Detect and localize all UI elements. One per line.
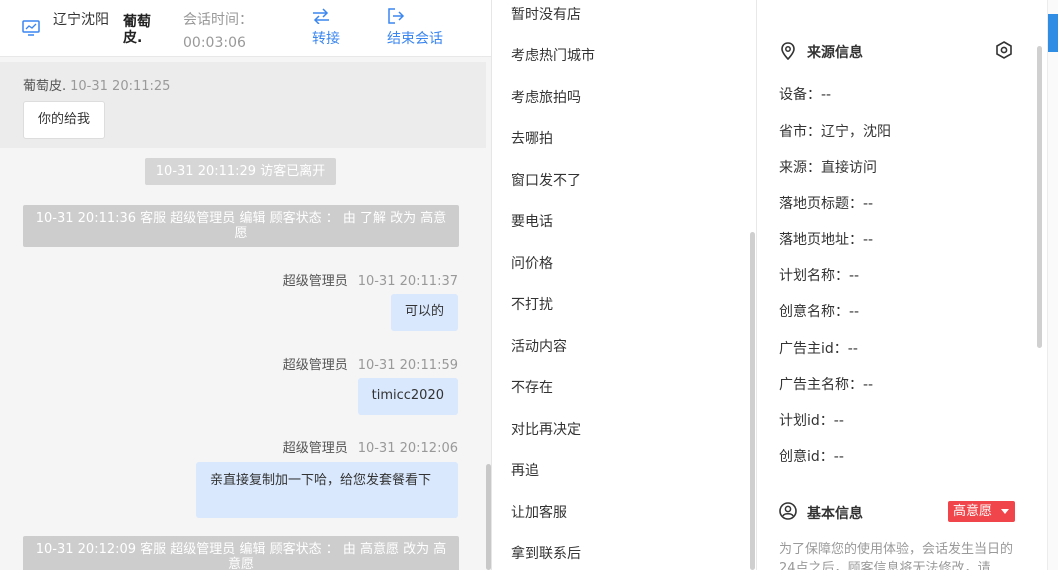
quick-reply-item[interactable]: 活动内容 (511, 336, 567, 356)
agent-message-meta: 超级管理员 10-31 20:12:06 (283, 437, 458, 456)
quick-reply-item[interactable]: 考虑热门城市 (511, 45, 595, 65)
source-info-title: 来源信息 (807, 45, 863, 61)
visitor-name: 葡萄皮. (123, 14, 151, 46)
quick-reply-item[interactable]: 对比再决定 (511, 419, 581, 439)
swap-icon (313, 8, 329, 24)
quick-reply-item[interactable]: 再追 (511, 460, 539, 480)
info-field-creative-name: 创意名称：-- (779, 304, 860, 320)
edit-notice: 为了保障您的使用体验，会话发生当日的24点之后，顾客信息将无法修改，请 (779, 542, 1014, 570)
agent-message-time: 10-31 20:11:59 (357, 358, 458, 373)
agent-message-meta: 超级管理员 10-31 20:11:37 (283, 270, 458, 289)
agent-message-sender: 超级管理员 (282, 274, 348, 289)
window-edge-tab[interactable] (1048, 14, 1058, 52)
info-field-plan-name: 计划名称：-- (779, 268, 860, 284)
system-message-status: 10-31 20:11:36 客服 超级管理员 编辑 顾客状态 ： 由 了解 改… (23, 205, 459, 247)
chat-header: 辽宁沈阳 葡萄皮. 会话时间： 00:03:06 转接 结束会话 (0, 0, 491, 57)
quick-reply-list: 暂时没有店 考虑热门城市 考虑旅拍吗 去哪拍 窗口发不了 要电话 问价格 不打扰… (493, 0, 755, 570)
info-field-city: 省市：辽宁，沈阳 (779, 124, 891, 140)
info-field-landing-url: 落地页地址：-- (779, 232, 874, 248)
agent-message-sender: 超级管理员 (282, 441, 348, 456)
status-badge[interactable]: 高意愿 (948, 501, 1015, 522)
info-field-creative-id: 创意id：-- (779, 449, 844, 465)
visitor-info-panel: 来源信息 设备：-- 省市：辽宁，沈阳 来源：直接访问 落地页标题：-- 落地页… (757, 0, 1047, 570)
quick-reply-item[interactable]: 要电话 (511, 211, 553, 231)
monitor-icon (22, 20, 40, 36)
status-badge-label: 高意愿 (953, 504, 993, 519)
info-field-source: 来源：直接访问 (779, 160, 877, 176)
quick-reply-item[interactable]: 不打扰 (511, 294, 553, 314)
system-message-status: 10-31 20:12:09 客服 超级管理员 编辑 顾客状态 ： 由 高意愿 … (23, 536, 459, 570)
info-scrollbar[interactable] (1037, 46, 1042, 348)
chat-scrollbar[interactable] (486, 464, 491, 570)
user-circle-icon (779, 502, 797, 520)
info-field-advertiser-name: 广告主名称：-- (779, 377, 874, 393)
agent-message-time: 10-31 20:12:06 (357, 441, 458, 456)
settings-icon[interactable] (994, 40, 1014, 60)
agent-message-sender: 超级管理员 (282, 358, 348, 373)
session-time-label: 会话时间： (183, 12, 253, 28)
quick-reply-item[interactable]: 考虑旅拍吗 (511, 87, 581, 107)
quick-reply-scrollbar[interactable] (750, 232, 755, 570)
session-time-value: 00:03:06 (183, 35, 246, 51)
visitor-message-bubble: 你的给我 (23, 101, 106, 139)
quick-reply-item[interactable]: 暂时没有店 (511, 4, 581, 24)
quick-reply-item[interactable]: 不存在 (511, 377, 553, 397)
agent-message-meta: 超级管理员 10-31 20:11:59 (283, 354, 458, 373)
system-message-left: 10-31 20:11:29 访客已离开 (145, 158, 336, 185)
transfer-button[interactable]: 转接 (312, 8, 340, 48)
visitor-message-sender: 葡萄皮. (23, 79, 67, 94)
visitor-message-meta: 葡萄皮. 10-31 20:11:25 (23, 75, 170, 94)
quick-reply-item[interactable]: 窗口发不了 (511, 170, 581, 190)
basic-info-title: 基本信息 (807, 506, 863, 522)
transfer-label: 转接 (312, 31, 340, 47)
agent-message-bubble: 亲直接复制加一下哈，给您发套餐看下 (196, 462, 458, 518)
quick-reply-item[interactable]: 让加客服 (511, 502, 567, 522)
window-edge (1047, 0, 1058, 570)
agent-message-bubble: timicc2020 (357, 378, 458, 415)
end-session-button[interactable]: 结束会话 (387, 8, 443, 48)
visitor-location: 辽宁沈阳 (53, 12, 109, 28)
logout-icon (388, 8, 405, 24)
quick-reply-item[interactable]: 问价格 (511, 253, 553, 273)
chat-workspace: 辽宁沈阳 葡萄皮. 会话时间： 00:03:06 转接 结束会话 葡萄皮. 10… (0, 0, 1058, 570)
caret-down-icon (1001, 509, 1009, 514)
info-field-plan-id: 计划id：-- (779, 413, 844, 429)
agent-message-time: 10-31 20:11:37 (357, 274, 458, 289)
agent-message-bubble: 可以的 (390, 294, 458, 331)
visitor-message-time: 10-31 20:11:25 (70, 79, 171, 94)
info-field-advertiser-id: 广告主id：-- (779, 341, 858, 357)
info-field-device: 设备：-- (779, 87, 832, 103)
location-pin-icon (781, 42, 795, 60)
chat-panel: 辽宁沈阳 葡萄皮. 会话时间： 00:03:06 转接 结束会话 葡萄皮. 10… (0, 0, 492, 570)
info-field-landing-title: 落地页标题：-- (779, 196, 874, 212)
end-session-label: 结束会话 (387, 31, 443, 47)
quick-reply-item[interactable]: 拿到联系后 (511, 543, 581, 563)
quick-reply-item[interactable]: 去哪拍 (511, 128, 553, 148)
